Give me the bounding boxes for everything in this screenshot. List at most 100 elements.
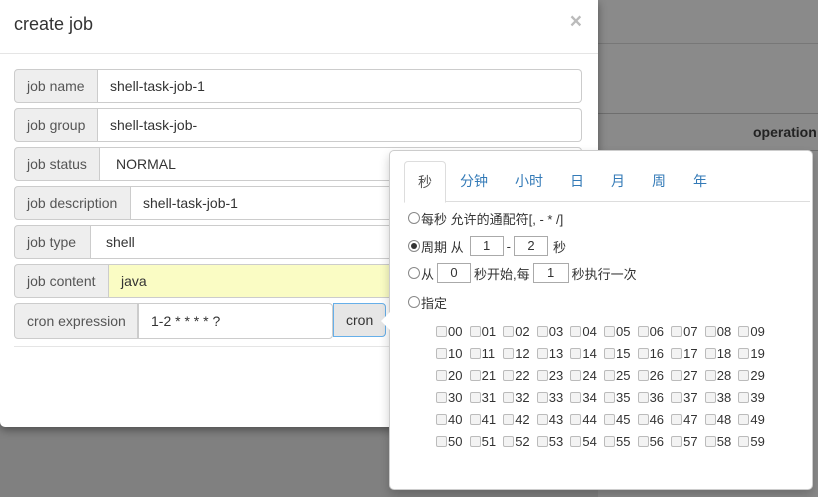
checkbox[interactable] (671, 391, 683, 403)
checkbox[interactable] (671, 435, 683, 447)
start-every-radio[interactable] (408, 267, 420, 279)
tab-week[interactable]: 周 (639, 161, 679, 202)
tab-hour[interactable]: 小时 (502, 161, 556, 202)
checkbox[interactable] (738, 347, 750, 359)
second-checkbox-item[interactable]: 20 (436, 368, 470, 383)
cycle-to-input[interactable]: 2 (513, 236, 548, 256)
checkbox[interactable] (671, 325, 683, 337)
checkbox[interactable] (503, 325, 515, 337)
checkbox[interactable] (704, 391, 716, 403)
checkbox[interactable] (536, 435, 548, 447)
checkbox[interactable] (704, 435, 716, 447)
checkbox[interactable] (738, 413, 750, 425)
second-checkbox-item[interactable]: 39 (738, 390, 772, 405)
checkbox[interactable] (570, 347, 582, 359)
checkbox[interactable] (603, 391, 615, 403)
tab-month[interactable]: 月 (598, 161, 638, 202)
second-checkbox-item[interactable]: 47 (671, 412, 705, 427)
second-checkbox-item[interactable]: 43 (536, 412, 571, 427)
second-checkbox-item[interactable]: 07 (671, 324, 705, 339)
second-checkbox-item[interactable]: 46 (637, 412, 672, 427)
second-checkbox-item[interactable]: 53 (536, 434, 571, 449)
checkbox[interactable] (503, 435, 515, 447)
cycle-from-input[interactable]: 1 (469, 236, 504, 256)
second-checkbox-item[interactable]: 13 (536, 346, 571, 361)
second-checkbox-item[interactable]: 49 (738, 412, 772, 427)
second-checkbox-item[interactable]: 32 (503, 390, 537, 405)
start-from-input[interactable]: 0 (437, 263, 472, 283)
checkbox[interactable] (536, 369, 548, 381)
tab-year[interactable]: 年 (680, 161, 720, 202)
specify-radio[interactable] (408, 296, 420, 308)
checkbox[interactable] (503, 391, 515, 403)
checkbox[interactable] (436, 413, 447, 425)
second-checkbox-item[interactable]: 33 (536, 390, 571, 405)
checkbox[interactable] (436, 435, 447, 447)
second-checkbox-item[interactable]: 58 (704, 434, 739, 449)
tab-second[interactable]: 秒 (404, 161, 446, 203)
second-checkbox-item[interactable]: 48 (704, 412, 739, 427)
checkbox[interactable] (704, 413, 716, 425)
checkbox[interactable] (603, 369, 615, 381)
second-checkbox-item[interactable]: 22 (503, 368, 537, 383)
second-checkbox-item[interactable]: 50 (436, 434, 470, 449)
second-checkbox-item[interactable]: 02 (503, 324, 537, 339)
second-checkbox-item[interactable]: 01 (469, 324, 504, 339)
second-checkbox-item[interactable]: 24 (570, 368, 604, 383)
checkbox[interactable] (469, 413, 481, 425)
checkbox[interactable] (637, 347, 649, 359)
job-group-input[interactable]: shell-task-job- (98, 108, 582, 142)
checkbox[interactable] (436, 391, 447, 403)
second-checkbox-item[interactable]: 19 (738, 346, 772, 361)
second-checkbox-item[interactable]: 23 (536, 368, 571, 383)
second-checkbox-item[interactable]: 51 (469, 434, 504, 449)
checkbox[interactable] (603, 435, 615, 447)
tab-minute[interactable]: 分钟 (447, 161, 501, 202)
checkbox[interactable] (536, 325, 548, 337)
every-second-radio[interactable] (408, 212, 420, 224)
second-checkbox-item[interactable]: 35 (603, 390, 638, 405)
second-checkbox-item[interactable]: 03 (536, 324, 571, 339)
checkbox[interactable] (436, 369, 447, 381)
second-checkbox-item[interactable]: 08 (704, 324, 739, 339)
second-checkbox-item[interactable]: 57 (671, 434, 705, 449)
second-checkbox-item[interactable]: 17 (671, 346, 705, 361)
checkbox[interactable] (536, 347, 548, 359)
checkbox[interactable] (704, 325, 716, 337)
second-checkbox-item[interactable]: 36 (637, 390, 672, 405)
checkbox[interactable] (570, 435, 582, 447)
second-checkbox-item[interactable]: 30 (436, 390, 470, 405)
second-checkbox-item[interactable]: 41 (469, 412, 504, 427)
checkbox[interactable] (738, 435, 750, 447)
second-checkbox-item[interactable]: 40 (436, 412, 470, 427)
checkbox[interactable] (637, 369, 649, 381)
checkbox[interactable] (469, 347, 481, 359)
second-checkbox-item[interactable]: 21 (469, 368, 504, 383)
second-checkbox-item[interactable]: 16 (637, 346, 672, 361)
second-checkbox-item[interactable]: 12 (503, 346, 537, 361)
second-checkbox-item[interactable]: 04 (570, 324, 604, 339)
close-icon[interactable]: × (570, 10, 582, 34)
second-checkbox-item[interactable]: 09 (738, 324, 772, 339)
checkbox[interactable] (436, 347, 447, 359)
second-checkbox-item[interactable]: 55 (603, 434, 638, 449)
checkbox[interactable] (637, 435, 649, 447)
tab-day[interactable]: 日 (557, 161, 597, 202)
second-checkbox-item[interactable]: 05 (603, 324, 638, 339)
checkbox[interactable] (536, 413, 548, 425)
second-checkbox-item[interactable]: 56 (637, 434, 672, 449)
second-checkbox-item[interactable]: 11 (469, 346, 504, 361)
second-checkbox-item[interactable]: 26 (637, 368, 672, 383)
checkbox[interactable] (704, 369, 716, 381)
start-every-input[interactable]: 1 (532, 263, 569, 283)
checkbox[interactable] (570, 369, 582, 381)
second-checkbox-item[interactable]: 25 (603, 368, 638, 383)
second-checkbox-item[interactable]: 52 (503, 434, 537, 449)
checkbox[interactable] (603, 413, 615, 425)
second-checkbox-item[interactable]: 10 (436, 346, 470, 361)
checkbox[interactable] (570, 325, 582, 337)
second-checkbox-item[interactable]: 15 (603, 346, 638, 361)
checkbox[interactable] (637, 325, 649, 337)
checkbox[interactable] (637, 413, 649, 425)
checkbox[interactable] (570, 413, 582, 425)
